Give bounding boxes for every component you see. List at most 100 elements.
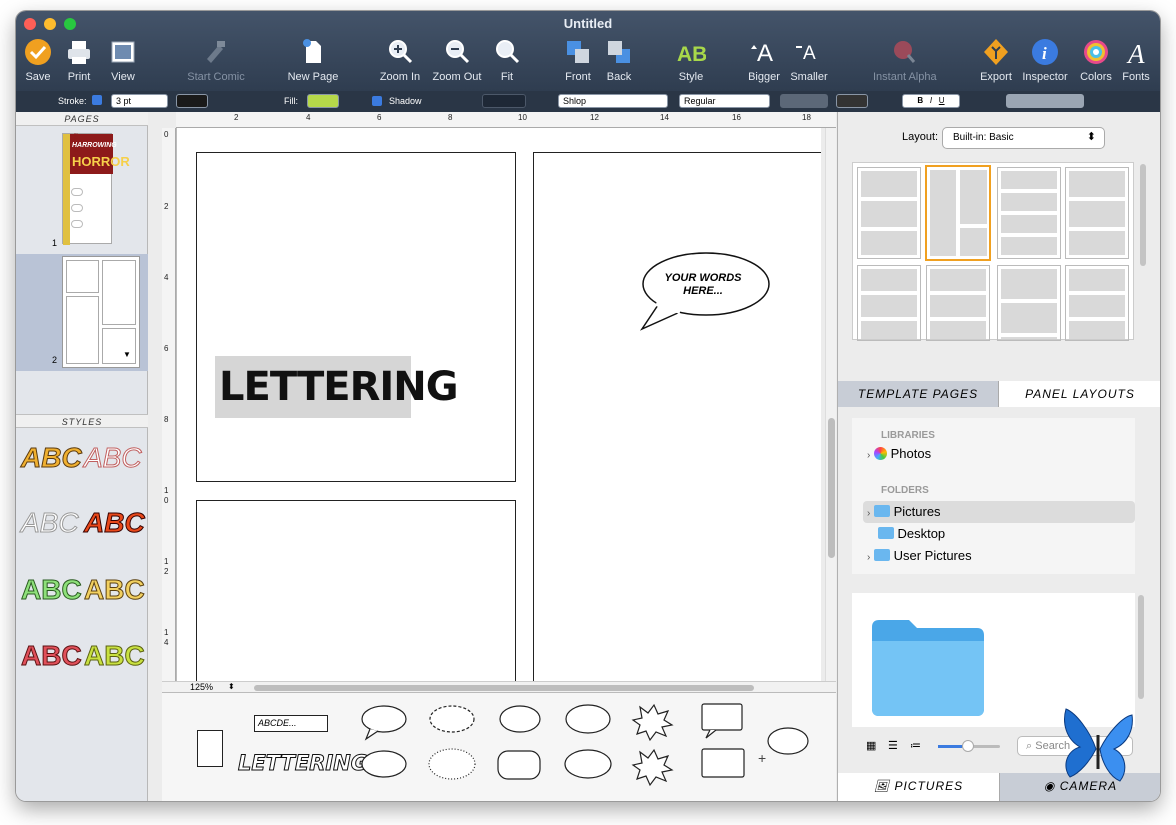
svg-text:A: A bbox=[757, 40, 773, 67]
layout-thumb[interactable] bbox=[1065, 167, 1129, 259]
layout-thumb-selected[interactable] bbox=[925, 165, 991, 261]
ruler-label: 2 bbox=[164, 567, 169, 576]
layout-scrollbar[interactable] bbox=[1140, 164, 1146, 266]
style-sample[interactable]: ABC bbox=[21, 574, 83, 606]
source-item[interactable]: › Photos bbox=[867, 446, 1127, 466]
tab-template-pages[interactable]: TEMPLATE PAGES bbox=[838, 381, 999, 407]
source-item[interactable]: Desktop bbox=[867, 526, 1127, 546]
shadow-color-well[interactable] bbox=[482, 94, 526, 108]
layout-thumb[interactable] bbox=[857, 265, 921, 341]
balloon-shapes[interactable]: + bbox=[358, 701, 818, 793]
layout-thumb[interactable] bbox=[857, 167, 921, 259]
shadow-checkbox[interactable] bbox=[372, 96, 382, 106]
style-sample[interactable]: ABC bbox=[21, 507, 80, 539]
stroke-color-well[interactable] bbox=[176, 94, 208, 108]
stroke-checkbox[interactable] bbox=[92, 95, 102, 105]
new-page-button[interactable]: New Page bbox=[283, 37, 343, 83]
page-thumb-1[interactable]: 1 REALLY SCARY! HARROWING HORROR bbox=[16, 126, 148, 252]
layout-thumb[interactable] bbox=[997, 265, 1061, 341]
font-weight-select[interactable]: Regular bbox=[679, 94, 770, 108]
fonts-button[interactable]: A Fonts bbox=[1106, 37, 1160, 83]
style-sample[interactable]: ABC bbox=[21, 640, 83, 672]
window-title: Untitled bbox=[563, 16, 613, 31]
stroke-label: Stroke: bbox=[58, 96, 87, 106]
chevron-right-icon: › bbox=[867, 450, 871, 461]
sidebar: PAGES 1 REALLY SCARY! HARROWING HORROR 2… bbox=[16, 112, 148, 801]
smaller-icon: A bbox=[796, 43, 816, 64]
content-scrollbar[interactable] bbox=[1138, 595, 1144, 699]
shape-palette: ABCDE... LETTERING + bbox=[162, 692, 836, 801]
layout-thumb[interactable] bbox=[926, 265, 990, 341]
folder-icon bbox=[877, 527, 894, 539]
caption-shape[interactable]: ABCDE... bbox=[254, 715, 328, 732]
style-label: Style bbox=[678, 71, 704, 83]
cover-title-2: HORROR bbox=[72, 154, 130, 169]
style-sample[interactable]: ABC bbox=[84, 507, 146, 539]
vertical-scrollbar[interactable] bbox=[825, 128, 836, 681]
zoom-in-button[interactable]: Zoom In bbox=[370, 37, 430, 83]
grid-view-icon[interactable]: ▦ bbox=[866, 739, 876, 752]
fill-color-well[interactable] bbox=[307, 94, 339, 108]
smaller-button[interactable]: A Smaller bbox=[779, 37, 839, 83]
thumbnail-size-slider[interactable] bbox=[938, 740, 1000, 752]
layout-thumb[interactable] bbox=[997, 167, 1061, 259]
text-style-buttons[interactable]: B I U bbox=[902, 94, 960, 108]
search-icon: ⌕ bbox=[1026, 740, 1033, 752]
app-window: Untitled Save Print View Start Comic New… bbox=[16, 11, 1160, 801]
font-family-select[interactable]: Shlop bbox=[558, 94, 668, 108]
comic-panel[interactable]: LETTERING bbox=[196, 152, 516, 482]
style-sample[interactable]: ABC bbox=[21, 442, 83, 474]
list-view-icon[interactable]: ☰ bbox=[888, 739, 898, 752]
view-button[interactable]: View bbox=[93, 37, 153, 83]
comic-panel[interactable] bbox=[196, 500, 516, 681]
pictures-tab-icon: 🖼 bbox=[873, 779, 891, 793]
layout-select[interactable]: Built-in: Basic ⬍ bbox=[942, 127, 1105, 149]
bold-button[interactable]: B bbox=[917, 96, 923, 105]
start-comic-button[interactable]: Start Comic bbox=[186, 37, 246, 83]
style-sample[interactable]: ABC bbox=[84, 574, 146, 606]
italic-button[interactable]: I bbox=[930, 96, 932, 105]
horizontal-scroll-thumb[interactable] bbox=[254, 685, 754, 691]
ruler-label: 1 bbox=[164, 486, 169, 495]
lettering-shape[interactable]: LETTERING bbox=[238, 751, 369, 781]
source-item-selected[interactable]: › Pictures bbox=[863, 501, 1135, 523]
zoom-level-select[interactable]: 125% bbox=[190, 682, 213, 692]
back-icon bbox=[608, 41, 630, 63]
stroke-size-select[interactable]: 3 pt bbox=[111, 94, 168, 108]
underline-button[interactable]: U bbox=[939, 96, 945, 105]
tab-pictures-label: PICTURES bbox=[894, 779, 964, 793]
back-button[interactable]: Back bbox=[589, 37, 649, 83]
slider-knob[interactable] bbox=[962, 740, 974, 752]
comic-canvas[interactable]: LETTERING YOUR WORDS HERE... bbox=[176, 128, 821, 681]
source-item[interactable]: › User Pictures bbox=[867, 548, 1127, 568]
svg-text:i: i bbox=[1042, 44, 1047, 63]
panel-shape[interactable] bbox=[197, 730, 223, 767]
tab-panel-layouts[interactable]: PANEL LAYOUTS bbox=[999, 381, 1160, 407]
folder-icon bbox=[873, 549, 890, 561]
style-sample[interactable]: ABC bbox=[84, 640, 146, 672]
bubble-text[interactable]: YOUR WORDS HERE... bbox=[658, 272, 748, 298]
page-thumb-2[interactable]: 2 ▼ bbox=[16, 254, 148, 371]
ruler-label: 4 bbox=[164, 638, 169, 647]
text-color-well[interactable] bbox=[836, 94, 868, 108]
zoom-stepper-icon[interactable]: ⬍ bbox=[228, 682, 235, 691]
detail-view-icon[interactable]: ≔ bbox=[910, 739, 921, 752]
back-label: Back bbox=[606, 71, 632, 83]
page-menu-triangle-icon[interactable]: ▼ bbox=[123, 350, 131, 359]
style-sample[interactable]: ABC bbox=[84, 442, 143, 474]
source-label: Pictures bbox=[893, 504, 941, 519]
comic-panel[interactable]: YOUR WORDS HERE... bbox=[533, 152, 821, 681]
pictures-folder-icon[interactable] bbox=[868, 617, 988, 719]
ruler-label: 14 bbox=[660, 113, 669, 122]
layout-thumb[interactable] bbox=[1065, 265, 1129, 341]
tab-pictures[interactable]: 🖼 PICTURES bbox=[838, 773, 999, 801]
alignment-buttons[interactable] bbox=[1006, 94, 1084, 108]
font-size-select[interactable] bbox=[780, 94, 828, 108]
lettering-text[interactable]: LETTERING bbox=[215, 356, 459, 418]
fit-button[interactable]: Fit bbox=[477, 37, 537, 83]
vertical-scroll-thumb[interactable] bbox=[828, 418, 835, 558]
style-button[interactable]: ABC Style bbox=[661, 37, 721, 83]
select-arrows-icon: ⬍ bbox=[1086, 131, 1096, 143]
ruler-label: 2 bbox=[164, 202, 169, 211]
instant-alpha-button[interactable]: Instant Alpha bbox=[873, 37, 937, 83]
